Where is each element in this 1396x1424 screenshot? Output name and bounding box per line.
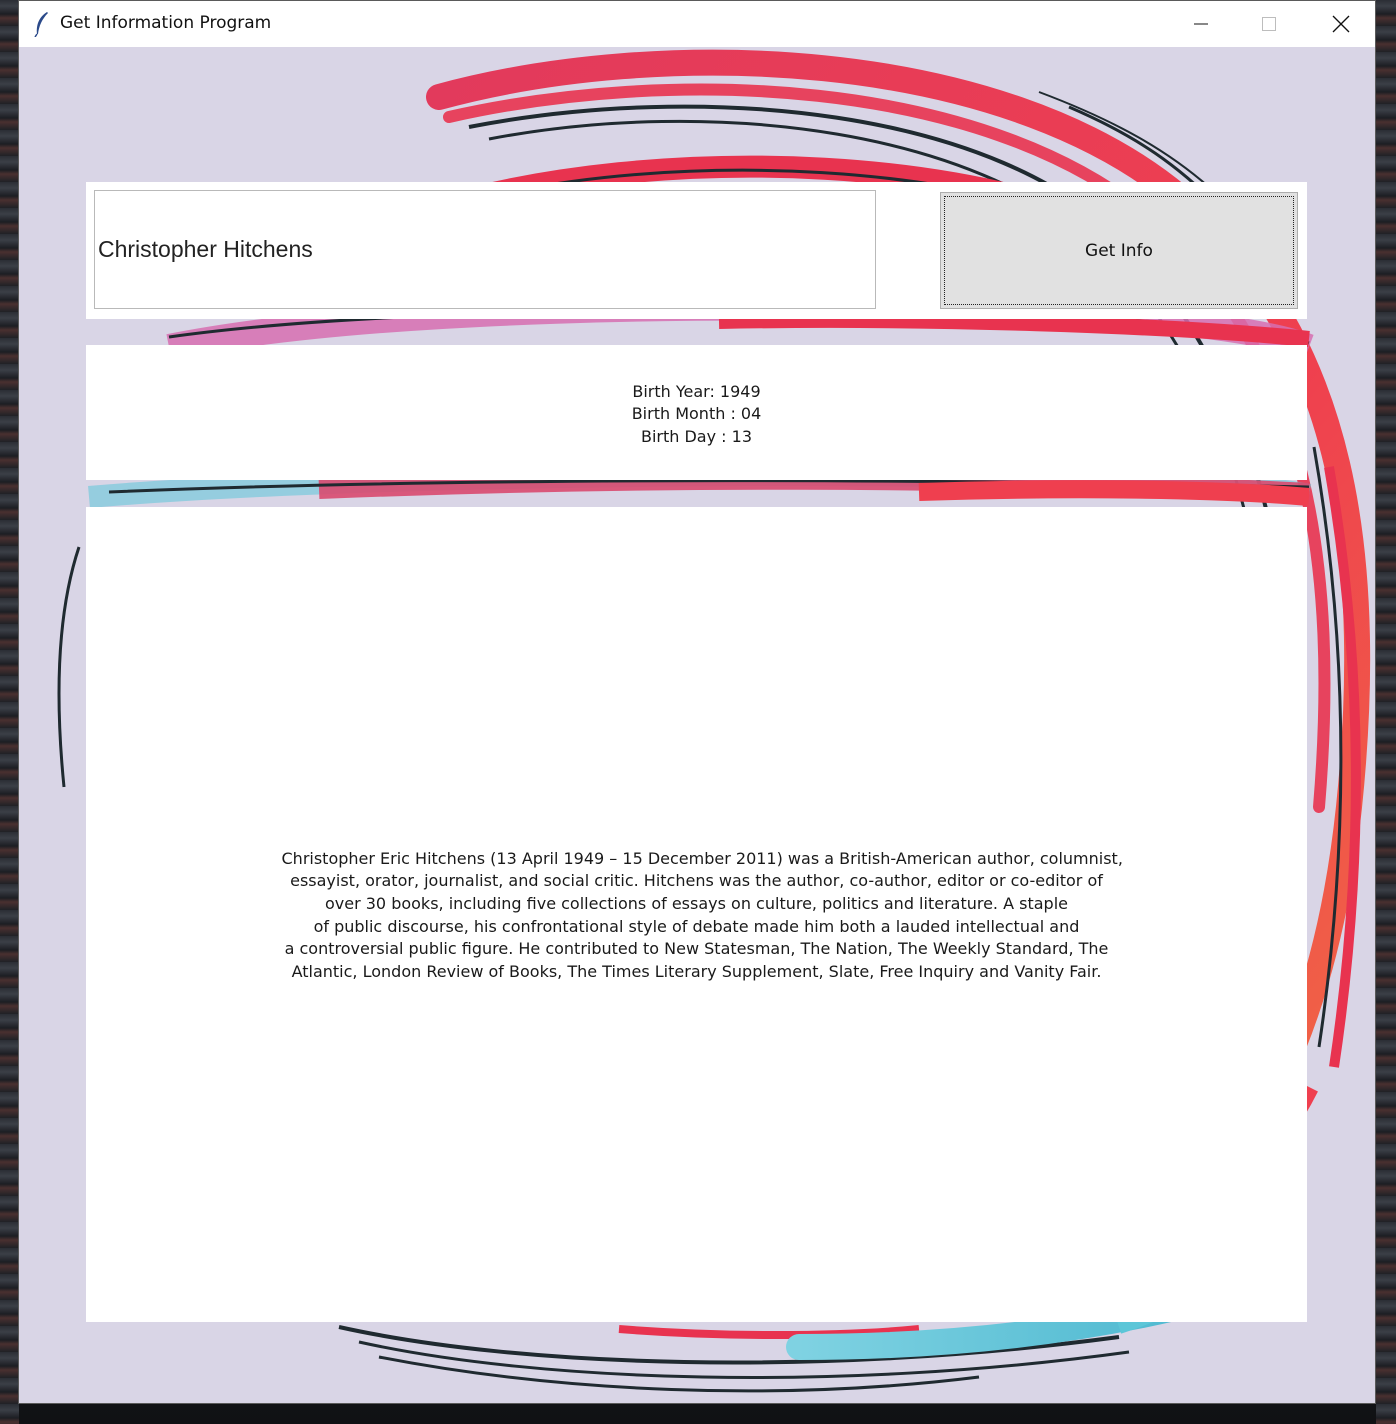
summary-line: over 30 books, including five collection… [324, 893, 1068, 913]
app-window: Get Information Program Christopher Hitc… [19, 1, 1375, 1403]
maximize-icon [1262, 17, 1276, 31]
summary-line: Christopher Eric Hitchens (13 April 1949… [281, 848, 1123, 868]
desktop-edge-left [0, 0, 19, 1424]
birth-year: Birth Year: 1949 [632, 381, 761, 401]
minimize-button[interactable] [1167, 1, 1235, 47]
birth-month: Birth Month : 04 [631, 404, 762, 424]
title-bar[interactable]: Get Information Program [19, 1, 1375, 47]
birth-info: Birth Year: 1949 Birth Month : 04 Birth … [632, 381, 762, 449]
close-button[interactable] [1307, 1, 1375, 47]
maximize-button[interactable] [1235, 1, 1303, 47]
summary-line: a controversial public figure. He contri… [284, 939, 1109, 959]
summary-panel: Christopher Eric Hitchens (13 April 1949… [86, 507, 1307, 1322]
summary-line: essayist, orator, journalist, and social… [290, 871, 1103, 891]
desktop-edge-right [1376, 0, 1396, 1424]
get-info-button[interactable]: Get Info [940, 192, 1298, 309]
summary-line: of public discourse, his confrontational… [313, 916, 1080, 936]
feather-icon [34, 12, 48, 37]
background-canvas: Get Info Birth Year: 1949 Birth Month : … [19, 47, 1375, 1403]
window-title: Get Information Program [60, 13, 272, 33]
close-icon [1332, 15, 1350, 33]
name-input[interactable] [94, 190, 876, 309]
minimize-icon [1194, 23, 1208, 25]
summary-line: Atlantic, London Review of Books, The Ti… [291, 961, 1102, 981]
summary-text: Christopher Eric Hitchens (13 April 1949… [281, 848, 1123, 984]
birth-day: Birth Day : 13 [640, 426, 752, 446]
birth-info-panel: Birth Year: 1949 Birth Month : 04 Birth … [86, 345, 1307, 480]
